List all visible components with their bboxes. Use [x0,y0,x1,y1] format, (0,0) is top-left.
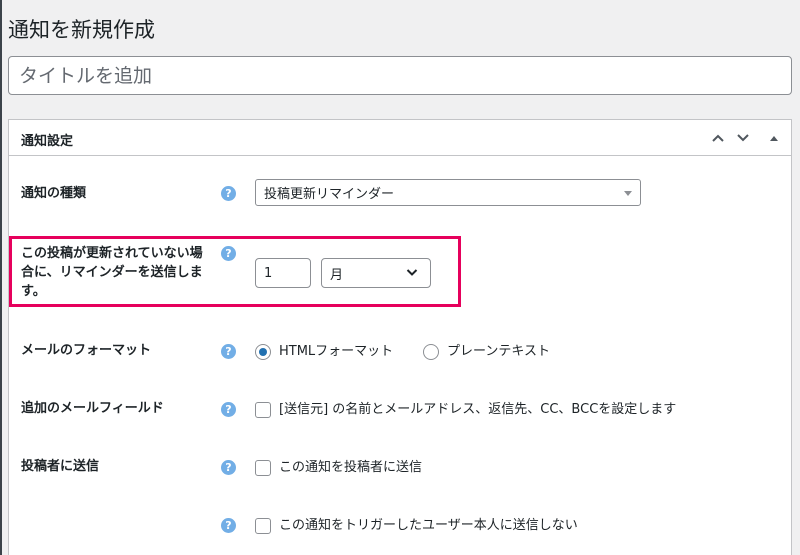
question-circle-icon[interactable]: ? [221,402,236,417]
question-circle-icon[interactable]: ? [221,186,236,201]
chevron-down-icon [406,269,418,276]
notification-type-label: 通知の種類 [21,186,87,201]
send-author-label: 投稿者に送信 [21,459,100,474]
extra-fields-option-label: [送信元] の名前とメールアドレス、返信先、CC、BCCを設定します [279,402,677,417]
notification-type-value: 投稿更新リマインダー [264,187,395,202]
toggle-panel-button[interactable] [762,126,786,150]
send-author-option-label: この通知を投稿者に送信 [279,460,423,475]
metabox-title: 通知設定 [21,134,74,149]
send-author-checkbox[interactable] [255,460,271,476]
radio-plain-label: プレーンテキスト [447,344,550,359]
radio-plain-text[interactable] [423,344,439,360]
email-format-label: メールのフォーマット [21,343,152,358]
question-circle-icon[interactable]: ? [221,246,236,261]
select-arrow-icon [624,191,632,196]
question-circle-icon[interactable]: ? [221,344,236,359]
no-trigger-user-option-label: この通知をトリガーしたユーザー本人に送信しない [279,518,578,533]
reminder-unit-select[interactable]: 月 [321,258,431,288]
question-circle-icon[interactable]: ? [221,460,236,475]
no-trigger-user-checkbox[interactable] [255,518,271,534]
extra-fields-label: 追加のメールフィールド [21,401,164,416]
move-down-button[interactable] [731,126,755,150]
reminder-label: この投稿が更新されていない場 合に、リマインダーを送信しま す。 [21,244,203,301]
page-title: 通知を新規作成 [8,18,155,42]
triangle-up-icon [770,136,778,141]
left-edge-rule [0,0,2,555]
radio-html-label: HTMLフォーマット [279,344,394,359]
title-input[interactable] [8,56,792,95]
reminder-label-line1: この投稿が更新されていない場 [21,246,203,261]
reminder-label-line3: す。 [21,284,46,299]
metabox-header: 通知設定 [9,120,791,156]
question-circle-icon[interactable]: ? [221,518,236,533]
chevron-up-icon [712,134,724,142]
reminder-unit-value: 月 [330,267,344,283]
move-up-button[interactable] [706,126,730,150]
reminder-label-line2: 合に、リマインダーを送信しま [21,265,203,280]
radio-html-format[interactable] [255,344,271,360]
reminder-number-value: 1 [264,265,273,281]
notification-settings-metabox: 通知設定 通知の種類 ? 投稿更新リマインダー この投稿が更新されていない場 合… [8,119,792,555]
extra-fields-checkbox[interactable] [255,402,271,418]
notification-type-select[interactable]: 投稿更新リマインダー [255,179,641,206]
reminder-number-input[interactable]: 1 [255,258,311,288]
chevron-down-icon [737,134,749,142]
